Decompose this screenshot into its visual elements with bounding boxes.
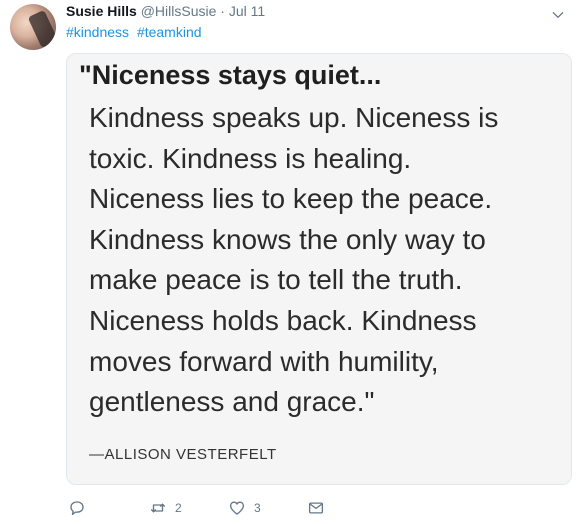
quote-body: Kindness speaks up. Niceness is toxic. K… [89,98,498,423]
retweet-icon [149,499,167,517]
quote-title: "Niceness stays quiet... [79,60,382,90]
hashtags: #kindness #teamkind [66,24,206,40]
quote-line: gentleness and grace." [89,386,375,418]
direct-message-button[interactable] [307,497,325,519]
author-name[interactable]: Susie Hills [66,3,137,19]
chevron-down-icon[interactable] [551,8,565,22]
quote-line: make peace is to tell the truth. [89,264,463,296]
retweet-count: 2 [175,501,182,515]
author-handle[interactable]: @HillsSusie [141,3,217,19]
avatar[interactable] [10,4,56,50]
tweet-header: Susie Hills @HillsSusie · Jul 11 [66,3,265,19]
quote-line: Kindness knows the only way to [89,223,486,255]
like-count: 3 [254,501,261,515]
retweet-button[interactable]: 2 [149,497,182,519]
quote-line: Kindness speaks up. Niceness is [89,102,499,133]
quote-line: toxic. Kindness is healing. [89,142,412,174]
reply-button[interactable] [68,497,86,519]
like-button[interactable]: 3 [228,497,261,519]
tweet-actions: 2 3 [66,497,466,519]
quote-line: moves forward with humility, [89,345,439,377]
hashtag-link[interactable]: #kindness [66,24,129,40]
reply-icon [68,499,86,517]
heart-icon [228,499,246,517]
quote-attribution: —ALLISON VESTERFELT [89,446,277,463]
envelope-icon [307,499,325,517]
quote-image[interactable]: "Niceness stays quiet... Kindness speaks… [66,53,572,485]
hashtag-link[interactable]: #teamkind [137,24,202,40]
tweet-date[interactable]: Jul 11 [229,3,265,19]
quote-line: Niceness lies to keep the peace. [89,183,493,215]
quote-line: Niceness holds back. Kindness [89,304,477,336]
separator: · [220,3,225,19]
